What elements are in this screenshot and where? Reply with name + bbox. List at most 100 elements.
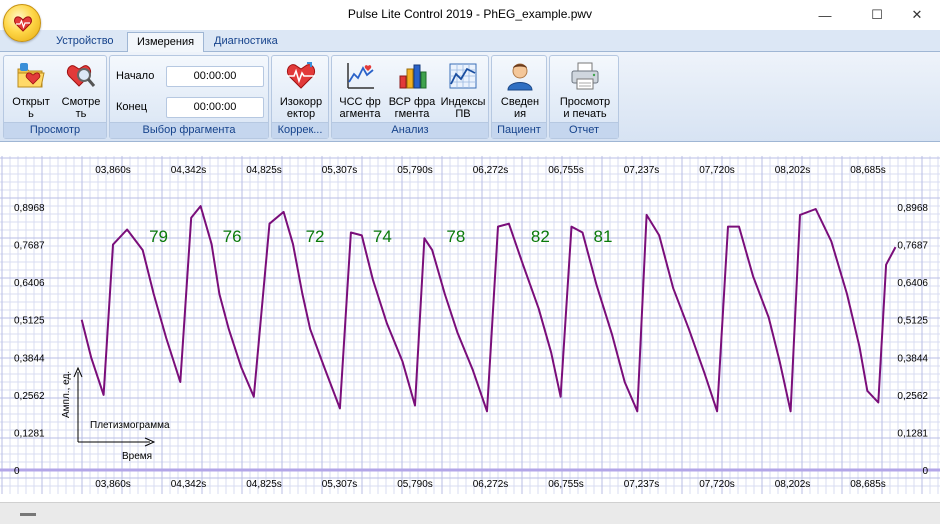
tab-measurements[interactable]: Измерения (127, 32, 205, 53)
y-tick-label-right: 0,3844 (897, 353, 928, 364)
x-axis-title: Время (122, 451, 152, 462)
heart-pulse-icon (286, 62, 316, 89)
bar-chart-icon (399, 64, 427, 89)
y-tick-label-right: 0,8968 (897, 203, 928, 214)
y-tick-label-left: 0,1281 (14, 428, 45, 439)
y-tick-label-right: 0,7687 (897, 241, 928, 252)
close-button[interactable]: ✕ (894, 0, 940, 30)
window-title: Pulse Lite Control 2019 - PhEG_example.p… (347, 7, 593, 21)
hr-fragment-button-label: ЧСС фр агмента (339, 96, 381, 120)
series-caption: Плетизмограмма (90, 420, 170, 431)
correction-group-label: Коррек... (272, 122, 328, 138)
grid-chart-icon (449, 63, 477, 89)
x-tick-label-top: 08,685s (850, 165, 886, 176)
view-button[interactable]: Смотре ть (56, 58, 106, 124)
y-axis-title: Ампл., ед. (61, 371, 72, 418)
analysis-group: ЧСС фр агмента ВСР фра гмента Индексы ПВ… (331, 55, 489, 139)
y-tick-label-right: 0 (922, 466, 928, 477)
isocorrector-button[interactable]: Изокорр ектор (273, 58, 329, 124)
open-button[interactable]: Открыт ь (6, 58, 56, 124)
x-tick-label-bottom: 07,237s (624, 479, 660, 490)
correction-group: Изокорр ектор Коррек... (271, 55, 329, 139)
app-heart-icon (14, 16, 32, 32)
x-tick-label-bottom: 07,720s (699, 479, 735, 490)
x-tick-label-top: 03,860s (95, 165, 131, 176)
pulse-rate-label: 81 (594, 227, 613, 246)
patient-group: Сведен ия Пациент (491, 55, 547, 139)
open-button-label: Открыт ь (12, 96, 50, 120)
ribbon: Открыт ь Смотре ть Просмотр Начало 00:00… (0, 52, 940, 142)
view-group-label: Просмотр (4, 122, 106, 138)
plethysmogram-svg: 03,860s 03,860s 04,342s 04,342s 04,825s 04,82… (0, 150, 940, 500)
pw-indices-button[interactable]: Индексы ПВ (438, 58, 488, 124)
x-tick-label-top: 06,272s (473, 165, 509, 176)
x-tick-label-bottom: 08,202s (775, 479, 811, 490)
x-tick-label-top: 04,825s (246, 165, 282, 176)
pulse-rate-label: 78 (446, 227, 465, 246)
x-tick-label-top: 07,720s (699, 165, 735, 176)
x-tick-label-bottom: 06,755s (548, 479, 584, 490)
x-tick-label-bottom: 06,272s (473, 479, 509, 490)
line-chart-icon (347, 63, 374, 89)
tab-diagnostics[interactable]: Диагностика (205, 32, 287, 52)
isocorrector-button-label: Изокорр ектор (279, 96, 323, 120)
heart-magnifier-icon (66, 65, 96, 87)
pulse-rate-label: 82 (531, 227, 550, 246)
application-menu-button[interactable] (3, 4, 41, 42)
pulse-rate-label: 74 (373, 227, 392, 246)
fragment-group: Начало 00:00:00 Конец 00:00:00 Выбор фра… (109, 55, 269, 139)
pulse-rate-label: 76 (223, 227, 242, 246)
patient-group-label: Пациент (492, 122, 546, 138)
print-preview-button-label: Просмотр и печать (559, 96, 611, 120)
x-tick-label-bottom: 08,685s (850, 479, 886, 490)
hr-fragment-button[interactable]: ЧСС фр агмента (334, 58, 386, 124)
y-tick-label-right: 0,2562 (897, 391, 928, 402)
x-tick-label-bottom: 05,307s (322, 479, 358, 490)
print-preview-button[interactable]: Просмотр и печать (551, 58, 619, 124)
ribbon-tabs: Устройство Измерения Диагностика (0, 30, 940, 53)
person-icon (507, 63, 533, 91)
hrv-fragment-button[interactable]: ВСР фра гмента (386, 58, 438, 124)
x-tick-label-top: 06,755s (548, 165, 584, 176)
printer-icon (571, 62, 599, 90)
y-tick-label-left: 0,5125 (14, 316, 45, 327)
hrv-fragment-button-label: ВСР фра гмента (388, 96, 436, 120)
view-group: Открыт ь Смотре ть Просмотр (3, 55, 107, 139)
start-label: Начало (116, 70, 155, 82)
y-tick-label-right: 0,1281 (897, 428, 928, 439)
plethysmogram-chart[interactable]: 03,860s 03,860s 04,342s 04,342s 04,825s 04,82… (0, 150, 940, 500)
y-tick-label-left: 0 (14, 466, 20, 477)
end-time-field[interactable]: 00:00:00 (166, 97, 264, 118)
x-tick-label-bottom: 04,825s (246, 479, 282, 490)
x-tick-label-top: 05,790s (397, 165, 433, 176)
y-tick-label-right: 0,5125 (897, 316, 928, 327)
x-tick-label-top: 04,342s (171, 165, 207, 176)
start-time-field[interactable]: 00:00:00 (166, 66, 264, 87)
chart-background (0, 150, 940, 500)
patient-info-button-label: Сведен ия (500, 96, 540, 120)
scrollbar-thumb[interactable] (20, 513, 36, 516)
report-group-label: Отчет (550, 122, 618, 138)
y-tick-label-left: 0,6406 (14, 278, 45, 289)
y-tick-label-left: 0,8968 (14, 203, 45, 214)
view-button-label: Смотре ть (61, 96, 101, 120)
report-group: Просмотр и печать Отчет (549, 55, 619, 139)
y-tick-label-right: 0,6406 (897, 278, 928, 289)
x-tick-label-bottom: 04,342s (171, 479, 207, 490)
x-tick-label-bottom: 03,860s (95, 479, 131, 490)
pulse-rate-label: 79 (149, 227, 168, 246)
title-bar: Pulse Lite Control 2019 - PhEG_example.p… (0, 0, 940, 30)
horizontal-scrollbar[interactable] (0, 502, 940, 524)
end-label: Конец (116, 101, 148, 113)
tab-device[interactable]: Устройство (47, 32, 123, 52)
pulse-rate-label: 72 (306, 227, 325, 246)
minimize-button[interactable]: — (802, 0, 848, 30)
x-tick-label-top: 08,202s (775, 165, 811, 176)
y-tick-label-left: 0,7687 (14, 241, 45, 252)
x-tick-label-top: 05,307s (322, 165, 358, 176)
x-tick-label-top: 07,237s (624, 165, 660, 176)
analysis-group-label: Анализ (332, 122, 488, 138)
y-tick-label-left: 0,3844 (14, 353, 45, 364)
pw-indices-button-label: Индексы ПВ (440, 96, 486, 120)
patient-info-button[interactable]: Сведен ия (493, 58, 547, 124)
